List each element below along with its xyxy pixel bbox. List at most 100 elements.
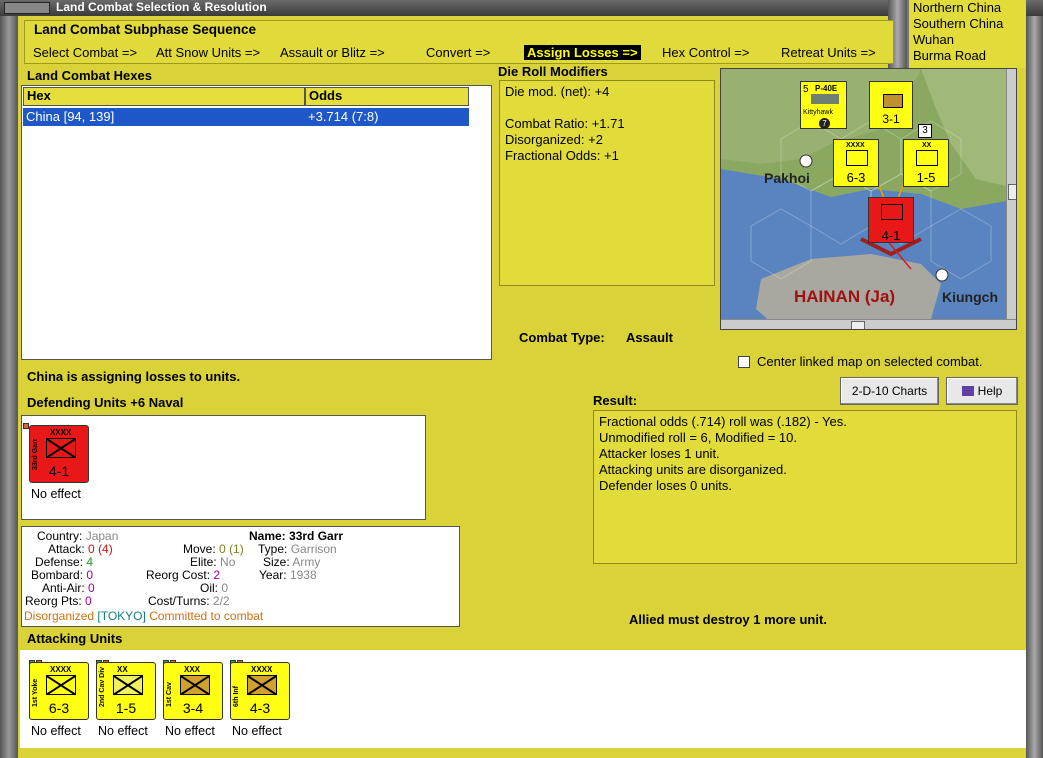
defending-unit-card[interactable]: 33rd Garr XXXX 4-1 No effect [23,423,89,501]
map-label-hainan: HAINAN (Ja) [794,287,896,306]
infantry-symbol-icon [247,675,277,695]
elite-label: Elite: [190,555,217,569]
region-item[interactable]: Wuhan [909,32,1026,48]
window-titlebar[interactable]: Land Combat Selection & Resolution [0,0,1043,16]
right-frame-border [1026,16,1043,758]
attacking-unit-card[interactable]: 6th Inf XXXX 4-3 No effect [230,660,290,738]
map-unit-1st-yoke[interactable]: XXXX 6-3 [833,139,879,187]
window-grip-icon[interactable] [4,2,50,14]
costturns-value: 2/2 [212,594,230,608]
year-label: Year: [259,568,287,582]
antiair-label: Anti-Air: [42,581,85,595]
costturns-label: Cost/Turns: [148,594,210,608]
map-label-pakhoi: Pakhoi [764,170,810,186]
map-unit-33rd-garr[interactable]: 4-1 [868,197,914,243]
aircraft-strength: 5 [803,84,809,95]
aircraft-type: Kittyhawk [803,109,833,116]
reorgcost-label: Reorg Cost: [146,568,211,582]
column-header-odds[interactable]: Odds [305,87,469,106]
move-label: Move: [183,542,216,556]
hex-cell: China [94, 139] [26,109,115,124]
modifier-line: Disorganized: +2 [505,132,603,147]
attacking-unit-card[interactable]: 1st Cav XXX 3-4 No effect [163,660,223,738]
unit-size: XXXX [50,428,72,437]
attacking-unit-card[interactable]: 1st Yoke XXXX 6-3 No effect [29,660,89,738]
region-list[interactable]: Northern China Southern China Wuhan Burm… [907,0,1026,68]
left-frame-border [0,16,18,758]
unit-effect: No effect [31,487,81,501]
year-value: 1938 [289,568,317,582]
result-heading: Result: [593,393,638,408]
unit-counter[interactable]: 2nd Cav Div XX 1-5 [96,662,156,720]
unit-counter[interactable]: 1st Cav XXX 3-4 [163,662,223,720]
cavalry-symbol-icon [180,675,210,695]
hexes-heading: Land Combat Hexes [27,68,152,83]
unit-counter[interactable]: 1st Yoke XXXX 6-3 [29,662,89,720]
unit-size: XXXX [846,142,865,149]
hexes-table[interactable]: Hex Odds China [94, 139] +3.714 (7:8) [21,85,492,360]
size-value: Army [292,555,321,569]
result-line: Unmodified roll = 6, Modified = 10. [599,430,797,445]
reorgcost-value: 2 [213,568,221,582]
phase-hex-control[interactable]: Hex Control => [662,45,749,60]
defense-label: Defense: [35,555,84,569]
unit-effect: No effect [165,724,215,738]
charts-button[interactable]: 2-D-10 Charts [840,377,939,405]
help-button[interactable]: Help [946,377,1018,405]
unit-counter[interactable]: 6th Inf XXXX 4-3 [230,662,290,720]
vertical-scroll-thumb[interactable] [1008,184,1016,200]
status-hq: [TOKYO] [97,609,146,623]
unit-size: XX [922,142,932,149]
attack-label: Attack: [48,542,85,556]
subphase-heading: Land Combat Subphase Sequence [34,22,257,37]
phase-retreat-units[interactable]: Retreat Units => [781,45,876,60]
allied-message: Allied must destroy 1 more unit. [629,612,827,627]
defending-heading: Defending Units +6 Naval [27,395,184,410]
phase-att-snow-units[interactable]: Att Snow Units => [156,45,260,60]
attacking-unit-card[interactable]: 2nd Cav Div XX 1-5 No effect [96,660,156,738]
infantry-symbol-icon [883,94,903,108]
phase-select-combat[interactable]: Select Combat => [33,45,137,60]
horizontal-scroll-thumb[interactable] [851,321,865,329]
subphase-sequence: Land Combat Subphase Sequence Select Com… [24,20,894,64]
cavalry-symbol-icon [916,150,938,166]
reorgpts-value: 0 [85,594,92,608]
unit-value: 4-1 [48,463,70,479]
region-item[interactable]: Northern China [909,0,1026,16]
modifier-line: Fractional Odds: +1 [505,148,619,163]
oil-value: 0 [221,581,229,595]
aircraft-name: P-40E [815,84,838,93]
bombard-label: Bombard: [31,568,84,582]
aircraft-range-badge: 7 [819,118,830,129]
unit-size: XXXX [50,665,72,674]
help-button-label: Help [977,384,1003,398]
unit-effect: No effect [31,724,81,738]
map-unit-2nd-cav-div[interactable]: XX 1-5 [903,139,949,187]
garrison-symbol-icon [881,204,903,220]
country-value: Japan [85,529,119,543]
column-header-hex[interactable]: Hex [23,87,305,106]
elite-value: No [220,555,236,569]
unit-info-panel: Country: Japan Attack: 0 (4) Defense: 4 … [21,526,460,627]
unit-counter[interactable]: 33rd Garr XXXX 4-1 [29,425,89,483]
map-unit-yoke[interactable]: 3-1 [869,81,913,129]
map-unit-aircraft[interactable]: 5 P-40E Kittyhawk 7 [800,81,847,129]
table-row[interactable]: China [94, 139] +3.714 (7:8) [23,108,469,126]
unit-value: 3-1 [882,112,900,126]
unit-value: 4-1 [881,228,901,243]
result-line: Attacking units are disorganized. [599,462,787,477]
move-value: 0 [219,542,226,556]
phase-convert[interactable]: Convert => [426,45,490,60]
country-label: Country: [37,529,83,543]
map-label-kiungchow: Kiungch [942,289,998,305]
garrison-symbol-icon [46,438,76,458]
modifiers-panel: Die mod. (net): +4 Combat Ratio: +1.71 D… [499,80,715,286]
linked-map[interactable]: Pakhoi HAINAN (Ja) Kiungch 5 P-40E Kitty… [720,68,1017,330]
region-item[interactable]: Burma Road [909,48,1026,64]
map-horizontal-scrollbar[interactable] [721,319,1016,329]
region-item[interactable]: Southern China [909,16,1026,32]
phase-assault-or-blitz[interactable]: Assault or Blitz => [280,45,385,60]
phase-assign-losses[interactable]: Assign Losses => [524,45,641,60]
map-vertical-scrollbar[interactable] [1006,69,1016,319]
center-map-checkbox[interactable] [738,356,750,368]
